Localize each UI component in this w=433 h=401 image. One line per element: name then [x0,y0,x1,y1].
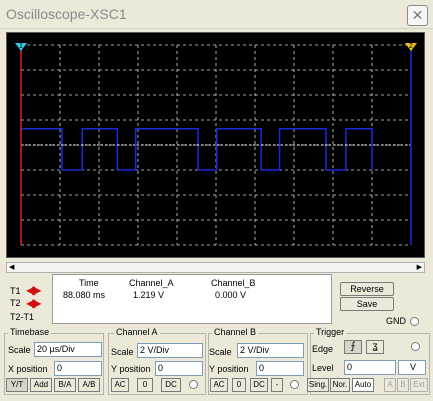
gnd-terminal[interactable] [410,317,419,326]
scope-grid [21,44,411,246]
mode-add-button[interactable]: Add [30,378,52,392]
t2t1-label: T2-T1 [10,312,35,322]
close-button[interactable]: ✕ [407,5,428,26]
trigger-normal-button[interactable]: Nor. [330,378,350,392]
ext-trigger-terminal[interactable] [411,342,420,351]
channel-b-ypos-label: Y position [209,364,249,374]
channel-b-invert-button[interactable]: - [271,378,283,392]
timebase-scale-label: Scale [8,345,31,355]
scroll-right-icon[interactable]: ▶ [417,263,422,271]
channel-a-ypos-label: Y position [111,364,151,374]
mode-ba-button[interactable]: B/A [54,378,76,392]
channel-a-ac-button[interactable]: AC [111,378,129,392]
readout-t1-channel-a: 1.219 V [133,290,165,300]
t1-arrows-icon[interactable]: ◀▶ [26,284,42,296]
trigger-source-ext-button[interactable]: Ext [410,378,428,392]
channel-a-title: Channel A [114,327,160,337]
falling-edge-button[interactable]: ʓ [366,340,384,354]
timebase-xpos-input[interactable]: 0 [54,361,102,376]
channel-a-terminal[interactable] [189,380,198,389]
channel-b-scale-input[interactable]: 2 V/Div [237,343,304,358]
channel-b-dc-button[interactable]: DC [250,378,268,392]
horizontal-scrollbar[interactable]: ◀ ▶ [6,262,425,273]
measurement-readout: Time Channel_A Channel_B 88.080 ms 1.219… [52,274,332,324]
cursor-1-marker: 1 [19,43,23,50]
channel-b-ypos-input[interactable]: 0 [256,361,304,376]
rising-edge-icon: ⨍ [350,341,356,352]
channel-b-title: Channel B [212,327,259,337]
t2-arrows-icon[interactable]: ◀▶ [26,297,42,309]
channel-a-dc-button[interactable]: DC [161,378,181,392]
channel-b-scale-label: Scale [209,347,232,357]
save-button[interactable]: Save [340,297,394,311]
scope-display: 1 2 [15,43,417,246]
readout-header-time: Time [79,278,99,288]
mode-yt-button[interactable]: Y/T [6,378,28,392]
channel-b-ac-button[interactable]: AC [210,378,228,392]
trigger-edge-label: Edge [312,344,334,354]
trigger-source-a-button[interactable]: A [384,378,396,392]
trigger-title: Trigger [314,327,347,337]
falling-edge-icon: ʓ [372,341,378,352]
trigger-level-unit[interactable]: V [398,360,426,375]
channel-a-scale-input[interactable]: 2 V/Div [137,343,203,358]
trigger-source-b-button[interactable]: B [397,378,409,392]
timebase-xpos-label: X position [8,364,48,374]
cursor-2-marker: 2 [409,43,413,50]
reverse-button[interactable]: Reverse [340,282,394,296]
scope-screen: 1 2 [6,32,425,258]
trigger-auto-button[interactable]: Auto [352,378,374,392]
channel-a-zero-button[interactable]: 0 [137,378,153,392]
readout-t1-time: 88.080 ms [63,290,106,300]
rising-edge-button[interactable]: ⨍ [344,340,362,354]
channel-a-scale-label: Scale [111,347,134,357]
channel-a-trace [21,128,373,171]
close-icon: ✕ [411,7,424,23]
t1-label: T1 [10,286,21,296]
readout-header-channel-a: Channel_A [129,278,174,288]
trigger-level-label: Level [312,363,334,373]
channel-b-terminal[interactable] [290,380,299,389]
readout-t1-channel-b: 0.000 V [215,290,247,300]
channel-b-zero-button[interactable]: 0 [232,378,246,392]
scroll-left-icon[interactable]: ◀ [9,263,14,271]
timebase-title: Timebase [8,327,52,337]
gnd-label: GND [386,316,406,326]
t2-label: T2 [10,298,21,308]
timebase-scale-input[interactable]: 20 µs/Div [34,342,102,357]
window-title: Oscilloscope-XSC1 [6,6,127,22]
readout-header-channel-b: Channel_B [211,278,256,288]
trigger-level-input[interactable]: 0 [344,360,396,375]
trigger-single-button[interactable]: Sing. [307,378,329,392]
channel-a-ypos-input[interactable]: 0 [155,361,203,376]
mode-ab-button[interactable]: A/B [78,378,100,392]
